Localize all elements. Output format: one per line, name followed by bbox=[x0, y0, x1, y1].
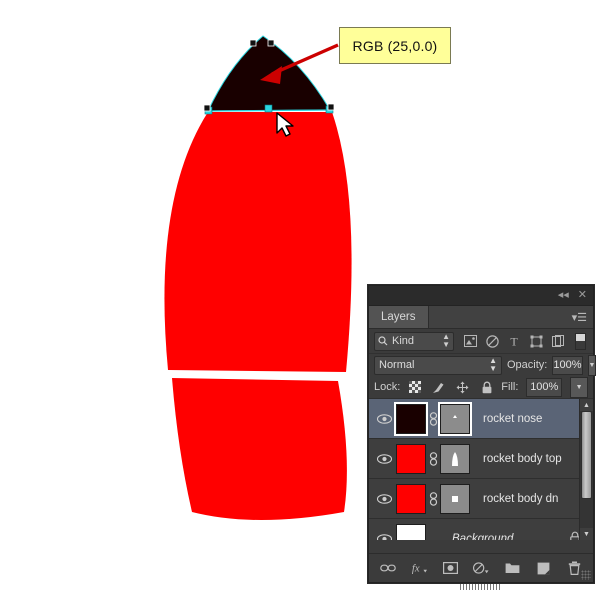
layer-thumbnail-swatch bbox=[396, 523, 426, 540]
layer-thumbnail[interactable] bbox=[395, 443, 427, 475]
layer-link-icon[interactable] bbox=[427, 411, 439, 426]
layer-name-label[interactable]: rocket body top bbox=[471, 453, 593, 465]
adjustment-layer-icon[interactable] bbox=[473, 560, 489, 576]
layer-thumbnail[interactable] bbox=[395, 483, 427, 515]
new-group-icon[interactable] bbox=[504, 560, 520, 576]
link-layers-icon[interactable] bbox=[380, 560, 396, 576]
layer-mask-icon[interactable] bbox=[442, 560, 458, 576]
pixel-filter-icon[interactable] bbox=[463, 334, 477, 348]
layers-panel[interactable]: ◂◂ ✕ Layers ▾☰ Kind ▲ ▼ T Normal ▲ ▼ Opa… bbox=[368, 285, 597, 590]
path-anchor-middle[interactable] bbox=[264, 104, 273, 113]
layer-name-label[interactable]: rocket body dn bbox=[471, 493, 593, 505]
path-handle-left-end[interactable] bbox=[203, 104, 211, 112]
tab-row-filler bbox=[429, 306, 566, 328]
lock-image-icon[interactable] bbox=[432, 381, 445, 394]
rocket-body-top-shape bbox=[164, 112, 352, 372]
layer-link-icon[interactable] bbox=[427, 451, 439, 466]
filter-icon-group[interactable]: T bbox=[463, 334, 565, 348]
opacity-input[interactable]: 100% bbox=[552, 355, 583, 375]
layer-thumbnail[interactable] bbox=[394, 401, 428, 436]
rocket-body-dn-shape bbox=[172, 378, 347, 520]
opacity-dropdown-icon[interactable]: ▼ bbox=[587, 354, 597, 376]
svg-text:fx: fx bbox=[412, 564, 420, 575]
layer-vector-mask[interactable] bbox=[438, 401, 472, 436]
scrollbar-track[interactable] bbox=[581, 411, 592, 528]
layer-style-icon[interactable]: fx bbox=[411, 560, 427, 576]
shape-filter-icon[interactable] bbox=[529, 334, 543, 348]
fill-label: Fill: bbox=[501, 381, 519, 393]
tab-layers[interactable]: Layers bbox=[369, 306, 429, 328]
layers-list[interactable]: rocket nose rocket body top rocket body … bbox=[369, 399, 593, 540]
panel-titlebar[interactable]: ◂◂ ✕ bbox=[369, 286, 593, 306]
fill-dropdown-icon[interactable]: ▼ bbox=[570, 376, 588, 398]
layer-name-label[interactable]: rocket nose bbox=[471, 413, 593, 425]
layer-thumbnail-swatch bbox=[396, 483, 426, 514]
lock-icon-group[interactable] bbox=[408, 381, 493, 394]
path-handle-apex-left[interactable] bbox=[249, 39, 257, 47]
lock-row[interactable]: Lock: Fill: 100% ▼ bbox=[369, 376, 593, 399]
delete-layer-icon[interactable] bbox=[566, 560, 582, 576]
blend-mode-value: Normal bbox=[379, 359, 415, 371]
layer-name-label[interactable]: Background bbox=[427, 533, 569, 541]
svg-text:T: T bbox=[510, 335, 518, 347]
search-icon bbox=[378, 336, 388, 346]
layer-visibility-icon[interactable] bbox=[373, 493, 395, 504]
layers-scrollbar[interactable]: ▲ ▼ bbox=[579, 399, 593, 540]
lock-label: Lock: bbox=[374, 381, 401, 393]
layer-vector-mask[interactable] bbox=[439, 483, 471, 515]
layer-vector-mask[interactable] bbox=[439, 443, 471, 475]
layer-thumbnail-swatch bbox=[394, 401, 428, 436]
callout-tooltip: RGB (25,0.0) bbox=[339, 27, 451, 64]
filter-toggle-icon[interactable] bbox=[575, 332, 586, 350]
panel-resize-grip[interactable] bbox=[581, 570, 591, 580]
blend-mode-dropdown[interactable]: Normal ▲ ▼ bbox=[374, 355, 502, 375]
layer-mask-swatch bbox=[440, 443, 470, 474]
layer-visibility-icon[interactable] bbox=[373, 533, 395, 540]
scroll-down-icon[interactable]: ▼ bbox=[580, 528, 593, 540]
tab-layers-label: Layers bbox=[381, 311, 416, 323]
layer-row-rocket-body-top[interactable]: rocket body top bbox=[369, 439, 593, 479]
layer-row-rocket-body-dn[interactable]: rocket body dn bbox=[369, 479, 593, 519]
blend-mode-row[interactable]: Normal ▲ ▼ Opacity: 100% ▼ bbox=[369, 354, 597, 376]
adjustment-filter-icon[interactable] bbox=[485, 334, 499, 348]
new-layer-icon[interactable] bbox=[535, 560, 551, 576]
lock-position-icon[interactable] bbox=[456, 381, 469, 394]
rocket-nose-shape bbox=[208, 36, 330, 111]
panel-drag-handle[interactable] bbox=[460, 584, 502, 590]
layer-filter-row[interactable]: Kind ▲ ▼ T bbox=[369, 329, 593, 354]
layer-row-background[interactable]: Background bbox=[369, 519, 593, 540]
layer-thumbnail-swatch bbox=[396, 443, 426, 474]
panel-tab-row[interactable]: Layers ▾☰ bbox=[369, 306, 593, 329]
layer-link-icon[interactable] bbox=[427, 491, 439, 506]
scrollbar-thumb[interactable] bbox=[581, 411, 592, 499]
panel-menu-icon[interactable]: ▾☰ bbox=[566, 306, 593, 328]
layer-thumbnail[interactable] bbox=[395, 523, 427, 540]
close-icon[interactable]: ✕ bbox=[578, 290, 587, 301]
fill-input[interactable]: 100% bbox=[526, 377, 563, 397]
scroll-up-icon[interactable]: ▲ bbox=[580, 399, 593, 411]
opacity-label: Opacity: bbox=[507, 359, 548, 371]
collapse-to-icons-icon[interactable]: ◂◂ bbox=[558, 290, 569, 301]
layer-visibility-icon[interactable] bbox=[373, 413, 395, 424]
lock-all-icon[interactable] bbox=[480, 381, 493, 394]
chevron-updown-icon[interactable]: ▲ ▼ bbox=[489, 357, 497, 373]
filter-kind-label: Kind bbox=[392, 335, 415, 347]
layers-panel-toolbar[interactable]: fx bbox=[369, 553, 593, 590]
chevron-updown-icon[interactable]: ▲ ▼ bbox=[442, 333, 450, 349]
layer-mask-swatch bbox=[440, 483, 470, 514]
type-filter-icon[interactable]: T bbox=[507, 334, 521, 348]
layer-visibility-icon[interactable] bbox=[373, 453, 395, 464]
path-handle-apex-right[interactable] bbox=[267, 39, 275, 47]
callout-label: RGB (25,0.0) bbox=[352, 37, 438, 54]
layer-row-rocket-nose[interactable]: rocket nose bbox=[369, 399, 593, 439]
lock-transparency-icon[interactable] bbox=[408, 381, 421, 394]
smart-object-filter-icon[interactable] bbox=[551, 334, 565, 348]
path-handle-right-end[interactable] bbox=[327, 103, 335, 111]
filter-kind-dropdown[interactable]: Kind ▲ ▼ bbox=[374, 331, 454, 351]
layer-mask-swatch bbox=[438, 401, 472, 436]
